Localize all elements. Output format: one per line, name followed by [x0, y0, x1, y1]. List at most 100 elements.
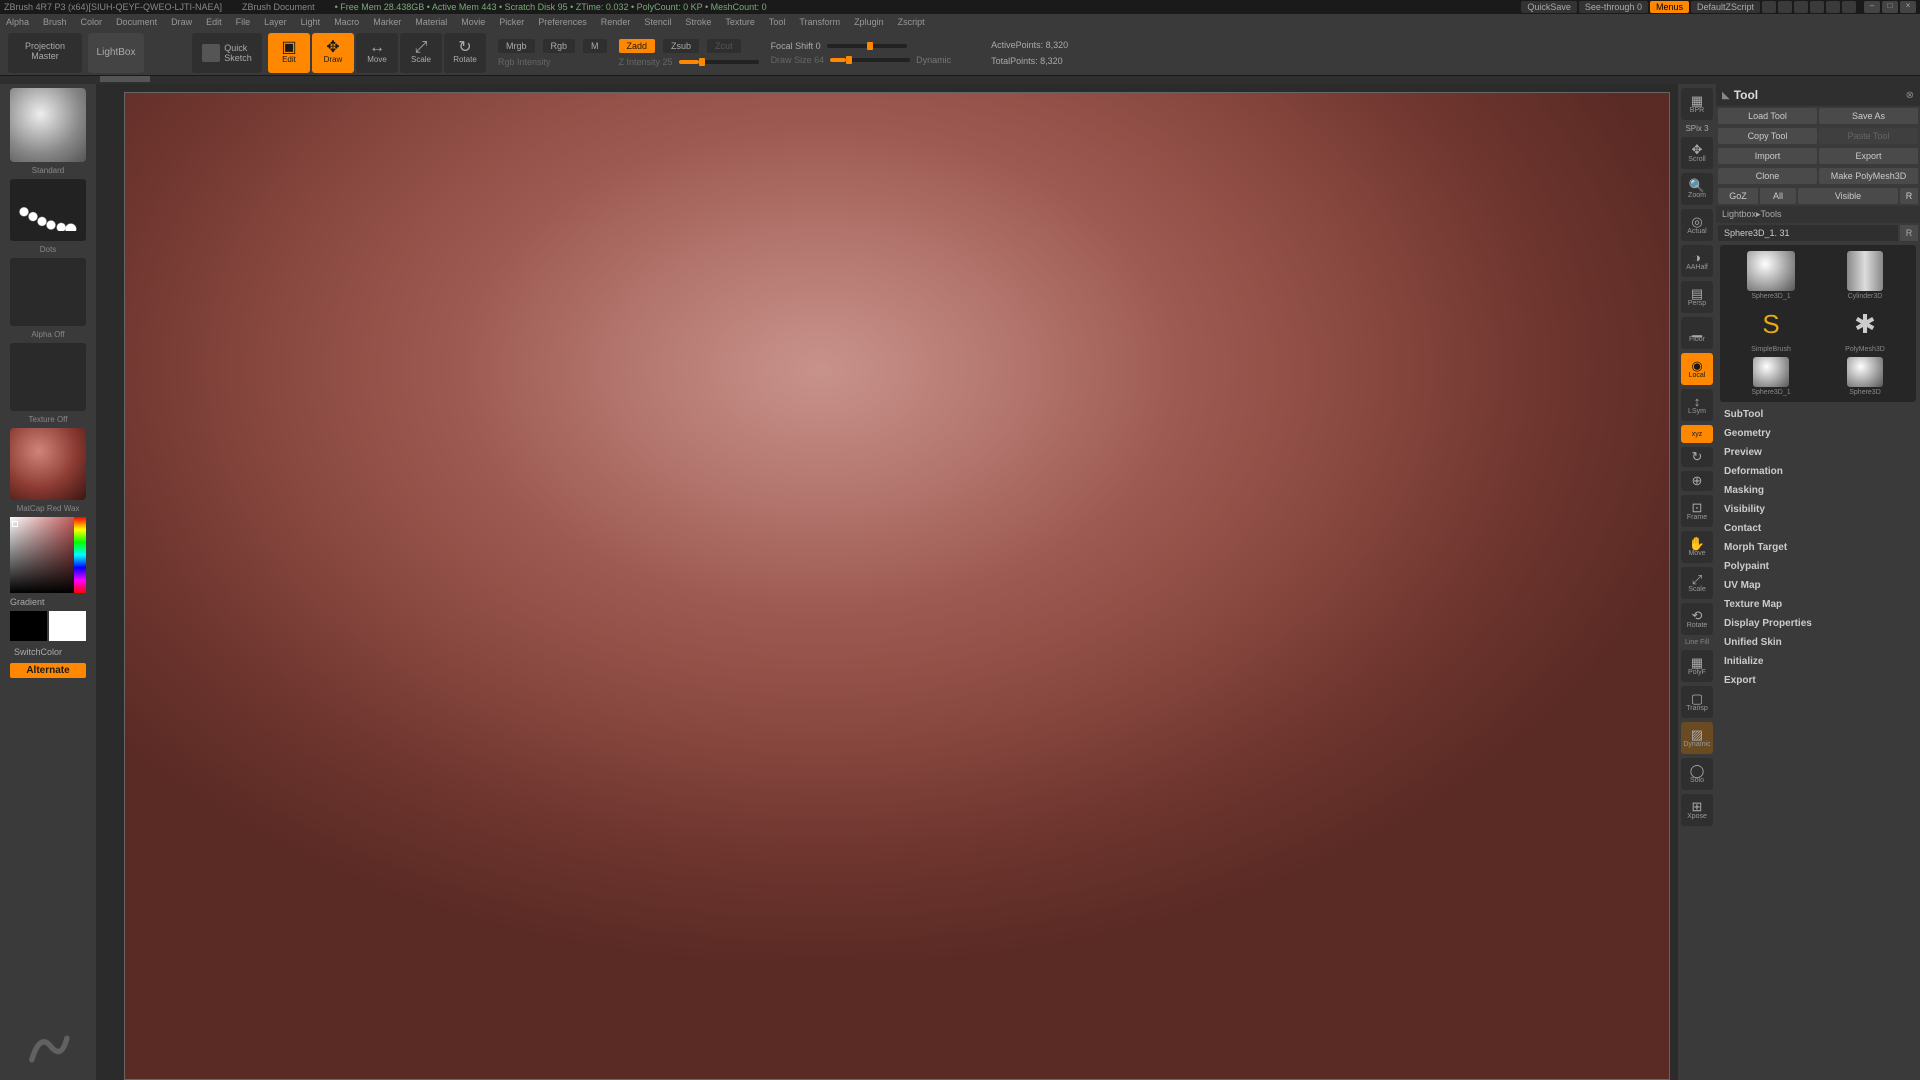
menu-stencil[interactable]: Stencil [644, 17, 671, 27]
goz-all-button[interactable]: All [1760, 188, 1796, 204]
zcut-button[interactable]: Zcut [707, 39, 741, 53]
transp-button[interactable]: ▢Transp [1681, 686, 1713, 718]
zoom-button[interactable]: 🔍Zoom [1681, 173, 1713, 205]
section-texture-map[interactable]: Texture Map [1722, 596, 1914, 613]
menu-zplugin[interactable]: Zplugin [854, 17, 884, 27]
goz-visible-button[interactable]: Visible [1798, 188, 1898, 204]
menu-tool[interactable]: Tool [769, 17, 786, 27]
section-masking[interactable]: Masking [1722, 482, 1914, 499]
menu-picker[interactable]: Picker [499, 17, 524, 27]
goz-button[interactable]: GoZ [1718, 188, 1758, 204]
primary-color-swatch[interactable] [49, 611, 86, 641]
tool-thumb-sphere3d-b[interactable]: Sphere3D_1 [1726, 357, 1816, 396]
quicksave-button[interactable]: QuickSave [1521, 1, 1577, 13]
menu-macro[interactable]: Macro [334, 17, 359, 27]
menu-preferences[interactable]: Preferences [538, 17, 587, 27]
maximize-button[interactable]: □ [1882, 1, 1898, 13]
stroke-selector[interactable] [10, 179, 86, 241]
section-unified-skin[interactable]: Unified Skin [1722, 634, 1914, 651]
color-picker[interactable] [10, 517, 86, 593]
viewport[interactable] [96, 84, 1678, 1080]
import-button[interactable]: Import [1718, 148, 1817, 164]
shelf-scroll[interactable] [0, 76, 1920, 84]
lightbox-button[interactable]: LightBox [88, 33, 144, 73]
scroll-button[interactable]: ✥Scroll [1681, 137, 1713, 169]
section-uv-map[interactable]: UV Map [1722, 577, 1914, 594]
menu-file[interactable]: File [236, 17, 251, 27]
quicksketch-button[interactable]: Quick Sketch [192, 33, 262, 73]
menu-document[interactable]: Document [116, 17, 157, 27]
alternate-button[interactable]: Alternate [10, 663, 86, 678]
rgb-button[interactable]: Rgb [543, 39, 576, 53]
layout-icon-1[interactable] [1762, 1, 1776, 13]
copy-tool-button[interactable]: Copy Tool [1718, 128, 1817, 144]
menu-transform[interactable]: Transform [799, 17, 840, 27]
menu-layer[interactable]: Layer [264, 17, 287, 27]
menu-light[interactable]: Light [301, 17, 321, 27]
close-button[interactable]: × [1900, 1, 1916, 13]
lightbox-tools-label[interactable]: Lightbox▸Tools [1716, 206, 1920, 223]
tool-name-field[interactable]: Sphere3D_1. 31 [1718, 225, 1898, 241]
close-panel-icon[interactable]: ⊗ [1906, 90, 1914, 101]
projection-master-button[interactable]: Projection Master [8, 33, 82, 73]
menu-color[interactable]: Color [81, 17, 103, 27]
menu-material[interactable]: Material [415, 17, 447, 27]
make-polymesh-button[interactable]: Make PolyMesh3D [1819, 168, 1918, 184]
menu-texture[interactable]: Texture [725, 17, 755, 27]
menu-draw[interactable]: Draw [171, 17, 192, 27]
export-button[interactable]: Export [1819, 148, 1918, 164]
menu-zscript[interactable]: Zscript [898, 17, 925, 27]
section-subtool[interactable]: SubTool [1722, 406, 1914, 423]
switchcolor-button[interactable]: SwitchColor [10, 645, 86, 659]
clone-button[interactable]: Clone [1718, 168, 1817, 184]
draw-mode-button[interactable]: ✥Draw [312, 33, 354, 73]
layout-icon-6[interactable] [1842, 1, 1856, 13]
xpose-button[interactable]: ⊞Xpose [1681, 794, 1713, 826]
scale-nav-button[interactable]: ⤢Scale [1681, 567, 1713, 599]
collapse-icon[interactable]: ◣ [1722, 90, 1730, 101]
spix-slider[interactable]: SPix 3 [1685, 124, 1708, 133]
menus-toggle[interactable]: Menus [1650, 1, 1689, 13]
alpha-selector[interactable] [10, 258, 86, 326]
zadd-button[interactable]: Zadd [619, 39, 656, 53]
section-initialize[interactable]: Initialize [1722, 653, 1914, 670]
menu-stroke[interactable]: Stroke [685, 17, 711, 27]
menu-marker[interactable]: Marker [373, 17, 401, 27]
menu-brush[interactable]: Brush [43, 17, 67, 27]
m-button[interactable]: M [583, 39, 607, 53]
rotate-mode-button[interactable]: ↻Rotate [444, 33, 486, 73]
section-export[interactable]: Export [1722, 672, 1914, 689]
scale-mode-button[interactable]: ⤢Scale [400, 33, 442, 73]
local-button[interactable]: ◉Local [1681, 353, 1713, 385]
polyf-button[interactable]: ▦PolyF [1681, 650, 1713, 682]
frame-button[interactable]: ⊡Frame [1681, 495, 1713, 527]
persp-button[interactable]: ▤Persp [1681, 281, 1713, 313]
move-nav-button[interactable]: ✋Move [1681, 531, 1713, 563]
load-tool-button[interactable]: Load Tool [1718, 108, 1817, 124]
section-polypaint[interactable]: Polypaint [1722, 558, 1914, 575]
secondary-color-swatch[interactable] [10, 611, 47, 641]
section-contact[interactable]: Contact [1722, 520, 1914, 537]
document-canvas[interactable] [124, 92, 1670, 1080]
tool-thumb-sphere3d-1[interactable]: Sphere3D_1 [1726, 251, 1816, 300]
section-geometry[interactable]: Geometry [1722, 425, 1914, 442]
menu-edit[interactable]: Edit [206, 17, 222, 27]
tool-thumb-simplebrush[interactable]: SSimpleBrush [1726, 304, 1816, 353]
bpr-button[interactable]: ▦BPR [1681, 88, 1713, 120]
floor-button[interactable]: ▁Floor [1681, 317, 1713, 349]
center-button[interactable]: ⊕ [1681, 471, 1713, 491]
move-mode-button[interactable]: ↔Move [356, 33, 398, 73]
aahalf-button[interactable]: ◑AAHalf [1681, 245, 1713, 277]
layout-icon-2[interactable] [1778, 1, 1792, 13]
texture-selector[interactable] [10, 343, 86, 411]
section-preview[interactable]: Preview [1722, 444, 1914, 461]
layout-icon-4[interactable] [1810, 1, 1824, 13]
rot-button[interactable]: ↻ [1681, 447, 1713, 467]
dynamic-toggle[interactable]: Dynamic [916, 55, 951, 65]
tool-thumb-cylinder3d[interactable]: Cylinder3D [1820, 251, 1910, 300]
solo-button[interactable]: ◯Solo [1681, 758, 1713, 790]
rotate-nav-button[interactable]: ⟲Rotate [1681, 603, 1713, 635]
tool-r-button[interactable]: R [1900, 225, 1918, 241]
seethrough-slider[interactable]: See-through 0 [1579, 1, 1648, 13]
default-zscript[interactable]: DefaultZScript [1691, 1, 1760, 13]
